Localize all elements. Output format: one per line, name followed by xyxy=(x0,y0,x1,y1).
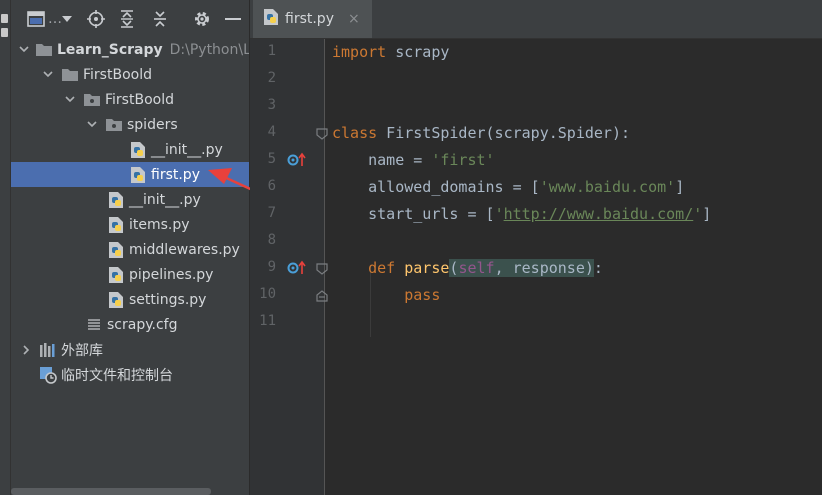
code-line-10: pass xyxy=(332,282,440,309)
line-number: 6 xyxy=(267,178,276,194)
code-line-9: def parse(self, response): xyxy=(332,255,603,282)
line-number: 7 xyxy=(267,205,276,221)
line-number: 9 xyxy=(267,259,276,275)
override-marker-icon[interactable] xyxy=(287,260,307,276)
code-line-6: allowed_domains = ['www.baidu.com'] xyxy=(332,174,684,201)
class-name: FirstSpider xyxy=(377,124,486,142)
code-line-5: name = 'first' xyxy=(332,147,495,174)
keyword-token: def xyxy=(368,259,396,277)
editor-gutter: 1 2 3 4 5 6 7 8 9 10 11 xyxy=(250,39,328,495)
code-text: allowed_domains = [ xyxy=(332,178,540,196)
line-number: 10 xyxy=(259,286,276,302)
string-token: ' xyxy=(693,205,703,223)
code-text: ] xyxy=(702,205,712,223)
keyword-token: import xyxy=(332,43,387,61)
paren-token: ) xyxy=(584,259,594,277)
url-token[interactable]: http://www.baidu.com/ xyxy=(504,205,694,223)
line-number: 5 xyxy=(267,151,276,167)
string-token: 'first' xyxy=(431,151,495,169)
string-token: 'www.baidu.com' xyxy=(539,178,676,196)
keyword-token: class xyxy=(332,124,378,142)
line-number: 11 xyxy=(259,313,276,329)
string-token: ' xyxy=(494,205,504,223)
code-line-7: start_urls = ['http://www.baidu.com/'] xyxy=(332,201,711,228)
line-number: 2 xyxy=(267,70,276,86)
editor-tab-bar: first.py × xyxy=(250,0,822,39)
code-text: ] xyxy=(675,178,685,196)
close-icon[interactable]: × xyxy=(348,11,360,27)
code-text: (scrapy.Spider): xyxy=(485,124,631,142)
python-file-icon xyxy=(263,8,279,30)
code-text: name = xyxy=(332,151,432,169)
tab-first-py[interactable]: first.py × xyxy=(253,0,372,38)
code-text: scrapy xyxy=(386,43,450,61)
line-number: 8 xyxy=(267,232,276,248)
line-number: 1 xyxy=(267,43,276,59)
tab-label: first.py xyxy=(285,11,334,27)
code-editor[interactable]: import scrapy class FirstSpider(scrapy.S… xyxy=(325,39,822,495)
code-line-4: class FirstSpider(scrapy.Spider): xyxy=(332,120,630,147)
override-marker-icon[interactable] xyxy=(287,152,307,168)
code-text: start_urls = [ xyxy=(332,205,495,223)
function-name: parse xyxy=(395,259,450,277)
line-number: 4 xyxy=(267,124,276,140)
keyword-token: pass xyxy=(404,286,441,304)
code-line-1: import scrapy xyxy=(332,39,449,66)
code-text: , response xyxy=(494,259,585,277)
self-token: self xyxy=(458,259,495,277)
code-text: : xyxy=(593,259,603,277)
line-number: 3 xyxy=(267,97,276,113)
